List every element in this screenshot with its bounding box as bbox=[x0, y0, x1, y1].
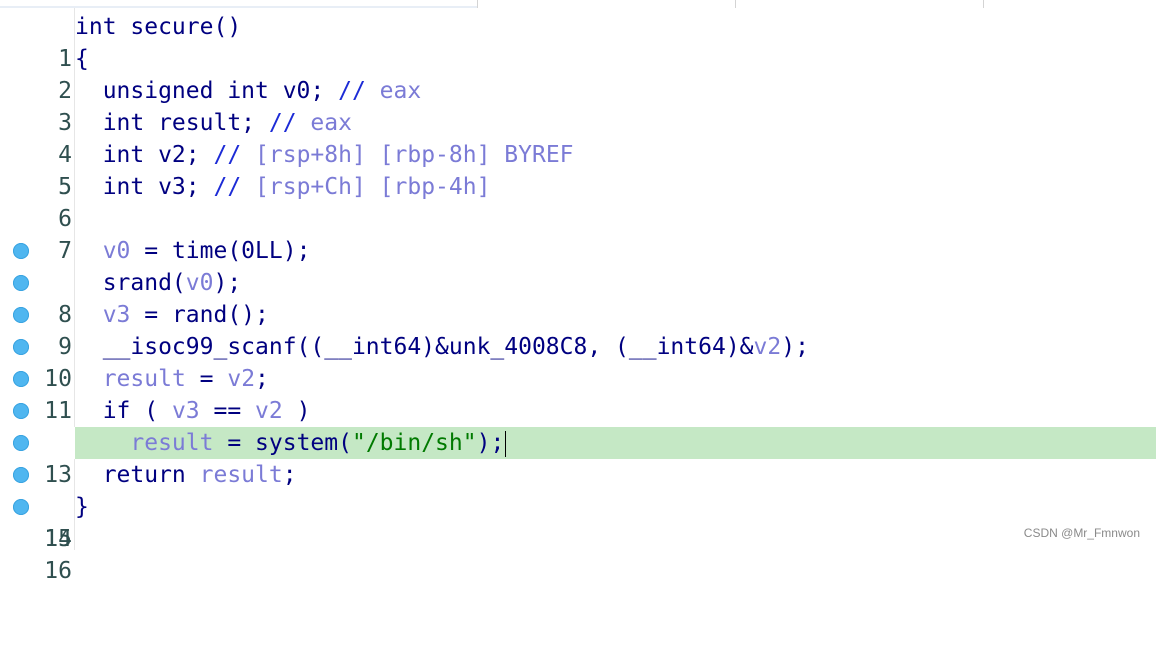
code-token: = system( bbox=[213, 430, 352, 456]
variable-token: result bbox=[130, 430, 214, 456]
code-token: __isoc99_scanf((__int64)&unk_4008C8, (__… bbox=[75, 334, 754, 360]
code-token: == bbox=[199, 398, 256, 424]
code-text: v3 = rand(); bbox=[75, 299, 269, 331]
comment-stack-info: [rsp+8h] [rbp-8h] BYREF bbox=[255, 142, 574, 168]
code-token: ; bbox=[282, 462, 297, 488]
variable-token: v2 bbox=[753, 334, 782, 360]
code-text: if ( v3 == v2 ) bbox=[75, 395, 311, 427]
code-token: int secure() bbox=[75, 14, 242, 40]
code-line[interactable]: 3 unsigned int v0; // eax bbox=[0, 75, 1156, 136]
comment-register: eax bbox=[379, 78, 422, 104]
string-literal: "/bin/sh" bbox=[351, 430, 477, 456]
code-line[interactable]: 1 int secure() bbox=[0, 11, 1156, 72]
comment-register: eax bbox=[310, 110, 352, 136]
code-line[interactable]: 12 result = v2; bbox=[0, 363, 1156, 456]
comment-token: // bbox=[338, 78, 380, 104]
breakpoint-dot-icon[interactable] bbox=[13, 307, 29, 323]
variable-token: v0 bbox=[102, 238, 131, 264]
active-tab-indicator bbox=[0, 6, 477, 8]
code-line[interactable]: 15 return result; bbox=[0, 459, 1156, 552]
breakpoint-dot-icon[interactable] bbox=[13, 435, 29, 451]
tab-divider bbox=[983, 0, 984, 8]
variable-token: v3 bbox=[171, 398, 200, 424]
code-token: = time(0LL); bbox=[130, 238, 311, 264]
code-text: { bbox=[75, 43, 89, 75]
breakpoint-dot-icon[interactable] bbox=[13, 403, 29, 419]
code-token: int result; bbox=[75, 110, 269, 136]
code-token: { bbox=[75, 46, 89, 72]
tab-divider bbox=[477, 0, 478, 8]
variable-token: v3 bbox=[102, 302, 131, 328]
code-text: int v3; // [rsp+Ch] [rbp-4h] bbox=[75, 171, 491, 203]
comment-token: // bbox=[213, 174, 256, 200]
code-line[interactable]: 5 int v2; // [rsp+8h] [rbp-8h] BYREF bbox=[0, 139, 1156, 200]
comment-stack-info: [rsp+Ch] [rbp-4h] bbox=[255, 174, 491, 200]
code-line[interactable]: 4 int result; // eax bbox=[0, 107, 1156, 168]
code-token: srand( bbox=[75, 270, 186, 296]
code-text: v0 = time(0LL); bbox=[75, 235, 311, 267]
breakpoint-dot-icon[interactable] bbox=[13, 275, 29, 291]
tab-divider bbox=[735, 0, 736, 8]
code-text: result = v2; bbox=[75, 363, 269, 395]
code-token: int v2; bbox=[75, 142, 214, 168]
code-line[interactable]: 9 srand(v0); bbox=[0, 267, 1156, 360]
tab-strip bbox=[0, 0, 1156, 8]
code-token: int v3; bbox=[75, 174, 214, 200]
breakpoint-dot-icon[interactable] bbox=[13, 339, 29, 355]
code-line[interactable]: 10 v3 = rand(); bbox=[0, 299, 1156, 392]
code-text: return result; bbox=[75, 459, 297, 491]
watermark: CSDN @Mr_Fmnwon bbox=[1023, 526, 1140, 540]
code-text: } bbox=[75, 491, 89, 523]
code-token: return bbox=[75, 462, 200, 488]
code-text: __isoc99_scanf((__int64)&unk_4008C8, (__… bbox=[75, 331, 809, 363]
code-text: srand(v0); bbox=[75, 267, 242, 299]
breakpoint-dot-icon[interactable] bbox=[13, 499, 29, 515]
gutter-background bbox=[0, 427, 75, 459]
code-line[interactable]: 13 if ( v3 == v2 ) bbox=[0, 395, 1156, 488]
code-token: } bbox=[75, 494, 89, 520]
code-token: if ( bbox=[75, 398, 172, 424]
code-token: unsigned int v0; bbox=[75, 78, 339, 104]
variable-token: v2 bbox=[227, 366, 256, 392]
comment-token: // bbox=[213, 142, 256, 168]
code-text: int result; // eax bbox=[75, 107, 352, 139]
code-line[interactable]: 8 v0 = time(0LL); bbox=[0, 235, 1156, 328]
code-token: ); bbox=[213, 270, 242, 296]
pseudocode-editor[interactable]: 1 int secure() 2 { 3 unsigned int v0; //… bbox=[0, 11, 1156, 584]
variable-token: v2 bbox=[255, 398, 283, 424]
code-text: result = system("/bin/sh"); bbox=[75, 427, 507, 459]
variable-token: result bbox=[199, 462, 283, 488]
variable-token: result bbox=[102, 366, 186, 392]
comment-token: // bbox=[268, 110, 311, 136]
breakpoint-dot-icon[interactable] bbox=[13, 467, 29, 483]
code-text: int secure() bbox=[75, 11, 241, 43]
code-token: = rand(); bbox=[130, 302, 269, 328]
variable-token: v0 bbox=[185, 270, 214, 296]
code-line-highlighted[interactable]: 14 result = system("/bin/sh"); bbox=[0, 427, 1156, 552]
code-line[interactable]: 7 bbox=[0, 203, 1156, 264]
code-token: ); bbox=[781, 334, 809, 360]
line-number: 16 bbox=[44, 558, 72, 584]
code-token: ); bbox=[476, 430, 505, 456]
code-line[interactable]: 2 { bbox=[0, 43, 1156, 104]
code-token: = bbox=[185, 366, 228, 392]
code-text: int v2; // [rsp+8h] [rbp-8h] BYREF bbox=[75, 139, 574, 171]
code-line[interactable]: 11 __isoc99_scanf((__int64)&unk_4008C8, … bbox=[0, 331, 1156, 424]
code-text: unsigned int v0; // eax bbox=[75, 75, 422, 107]
breakpoint-dot-icon[interactable] bbox=[13, 243, 29, 259]
code-token: ; bbox=[255, 366, 269, 392]
breakpoint-dot-icon[interactable] bbox=[13, 371, 29, 387]
text-caret bbox=[505, 430, 507, 457]
code-line[interactable]: 6 int v3; // [rsp+Ch] [rbp-4h] bbox=[0, 171, 1156, 232]
code-token: ) bbox=[282, 398, 311, 424]
code-line[interactable]: 16 } bbox=[0, 491, 1156, 584]
